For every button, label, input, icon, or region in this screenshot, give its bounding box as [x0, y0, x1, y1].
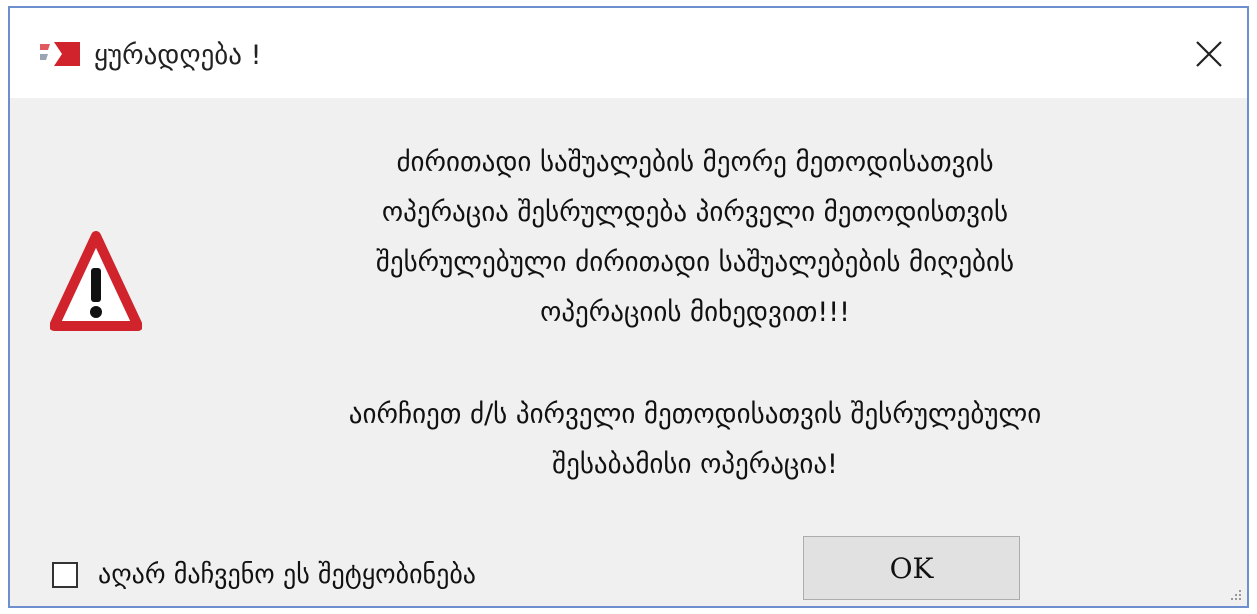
message-paragraph-main: ძირითადი საშუალების მეორე მეთოდისათვის ო…	[375, 147, 1015, 328]
dont-show-again-option[interactable]: აღარ მაჩვენო ეს შეტყობინება	[52, 560, 476, 590]
resize-grip-icon[interactable]	[1229, 588, 1243, 602]
app-logo-icon	[40, 42, 80, 66]
title-bar: ყურადღება !	[10, 8, 1247, 98]
message-dialog: ყურადღება ! ძირითადი საშუალების მეორე მე…	[8, 6, 1249, 608]
ok-button[interactable]: OK	[803, 536, 1020, 600]
message-text: ძირითადი საშუალების მეორე მეთოდისათვის ო…	[160, 138, 1230, 490]
dont-show-again-checkbox[interactable]	[52, 562, 78, 588]
close-icon	[1196, 41, 1222, 67]
close-button[interactable]	[1185, 30, 1233, 78]
window-title: ყურადღება !	[94, 40, 262, 71]
message-paragraph-instruction: აირჩიეთ ძ/ს პირველი მეთოდისათვის შესრულე…	[348, 399, 1042, 480]
dont-show-again-label: აღარ მაჩვენო ეს შეტყობინება	[98, 560, 476, 590]
warning-triangle-icon	[50, 231, 142, 331]
